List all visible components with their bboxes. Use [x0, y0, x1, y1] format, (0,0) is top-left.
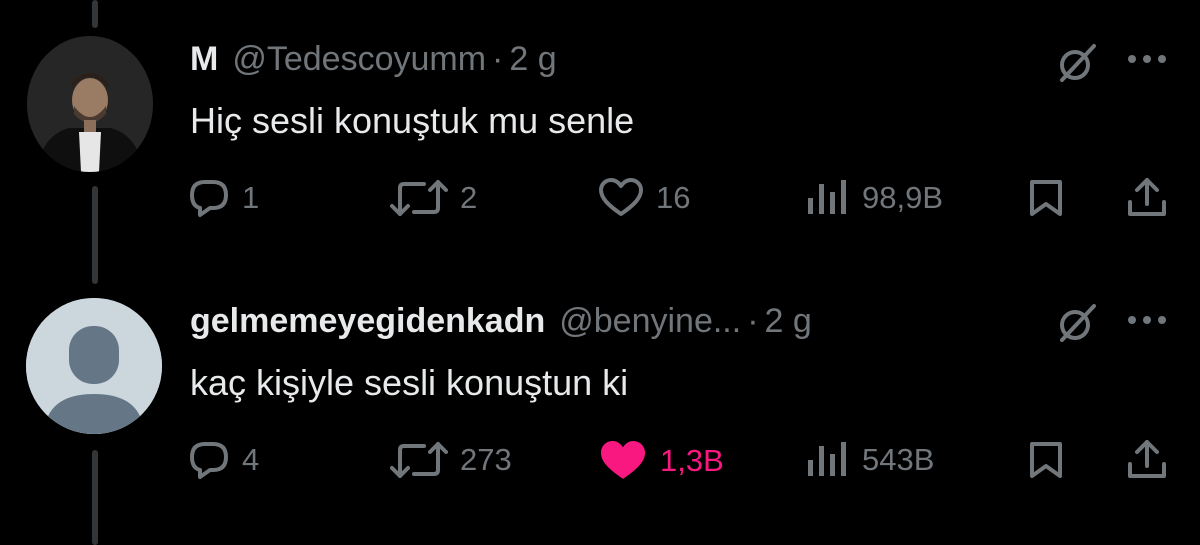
- user-handle[interactable]: @Tedescoyumm: [232, 40, 486, 79]
- share-button[interactable]: [1126, 438, 1168, 480]
- like-button[interactable]: 16: [598, 178, 690, 218]
- tweet-text: kaç kişiyle sesli konuştun ki: [190, 362, 629, 403]
- reply-button[interactable]: 1: [188, 178, 259, 218]
- avatar[interactable]: [26, 298, 162, 434]
- avatar-photo: [27, 36, 153, 172]
- reply-icon: [190, 442, 228, 479]
- retweet-icon: [390, 442, 448, 478]
- heart-filled-icon: [600, 441, 646, 479]
- tweet-text: Hiç sesli konuştuk mu senle: [190, 100, 635, 141]
- share-button[interactable]: [1126, 176, 1168, 218]
- more-icon[interactable]: [1125, 52, 1169, 71]
- heart-icon: [599, 178, 643, 216]
- reply-button[interactable]: 4: [188, 440, 259, 480]
- tweet-header: gelmemeyegidenkadn @benyine... · 2 g: [190, 302, 812, 341]
- views-count: 543B: [862, 442, 935, 477]
- display-name[interactable]: gelmemeyegidenkadn: [190, 302, 545, 341]
- display-name[interactable]: M: [190, 40, 218, 79]
- timestamp[interactable]: 2 g: [509, 40, 556, 79]
- default-avatar-icon: [26, 298, 162, 434]
- reply-count: 1: [242, 180, 260, 215]
- retweet-count: 2: [460, 180, 478, 215]
- separator: ·: [492, 40, 504, 78]
- more-icon[interactable]: [1125, 313, 1169, 332]
- like-count: 16: [656, 180, 691, 215]
- bookmark-icon: [1030, 180, 1062, 216]
- like-count: 1,3B: [660, 443, 724, 478]
- tweet-header: M @Tedescoyumm · 2 g: [190, 40, 557, 79]
- views-button[interactable]: 543B: [806, 440, 934, 480]
- share-icon: [1128, 178, 1166, 216]
- views-icon: [808, 442, 846, 476]
- bookmark-icon: [1030, 442, 1062, 478]
- reply-count: 4: [242, 442, 260, 477]
- grok-icon[interactable]: [1054, 40, 1100, 91]
- retweet-button[interactable]: 2: [390, 178, 477, 218]
- views-button[interactable]: 98,9B: [806, 178, 943, 218]
- bookmark-button[interactable]: [1028, 178, 1064, 218]
- share-icon: [1128, 440, 1166, 478]
- separator: ·: [747, 302, 759, 340]
- like-button[interactable]: 1,3B: [598, 440, 724, 482]
- thread-line-bottom: [92, 450, 98, 545]
- avatar[interactable]: [27, 36, 153, 172]
- thread-line-middle: [92, 186, 98, 284]
- grok-icon[interactable]: [1054, 300, 1100, 351]
- user-handle[interactable]: @benyine...: [559, 302, 741, 341]
- retweet-count: 273: [460, 442, 512, 477]
- retweet-button[interactable]: 273: [390, 440, 512, 480]
- retweet-icon: [390, 180, 448, 216]
- views-count: 98,9B: [862, 180, 944, 215]
- timestamp[interactable]: 2 g: [765, 302, 812, 341]
- thread-line-top: [92, 0, 98, 28]
- reply-icon: [190, 180, 228, 217]
- views-icon: [808, 180, 846, 214]
- bookmark-button[interactable]: [1028, 440, 1064, 480]
